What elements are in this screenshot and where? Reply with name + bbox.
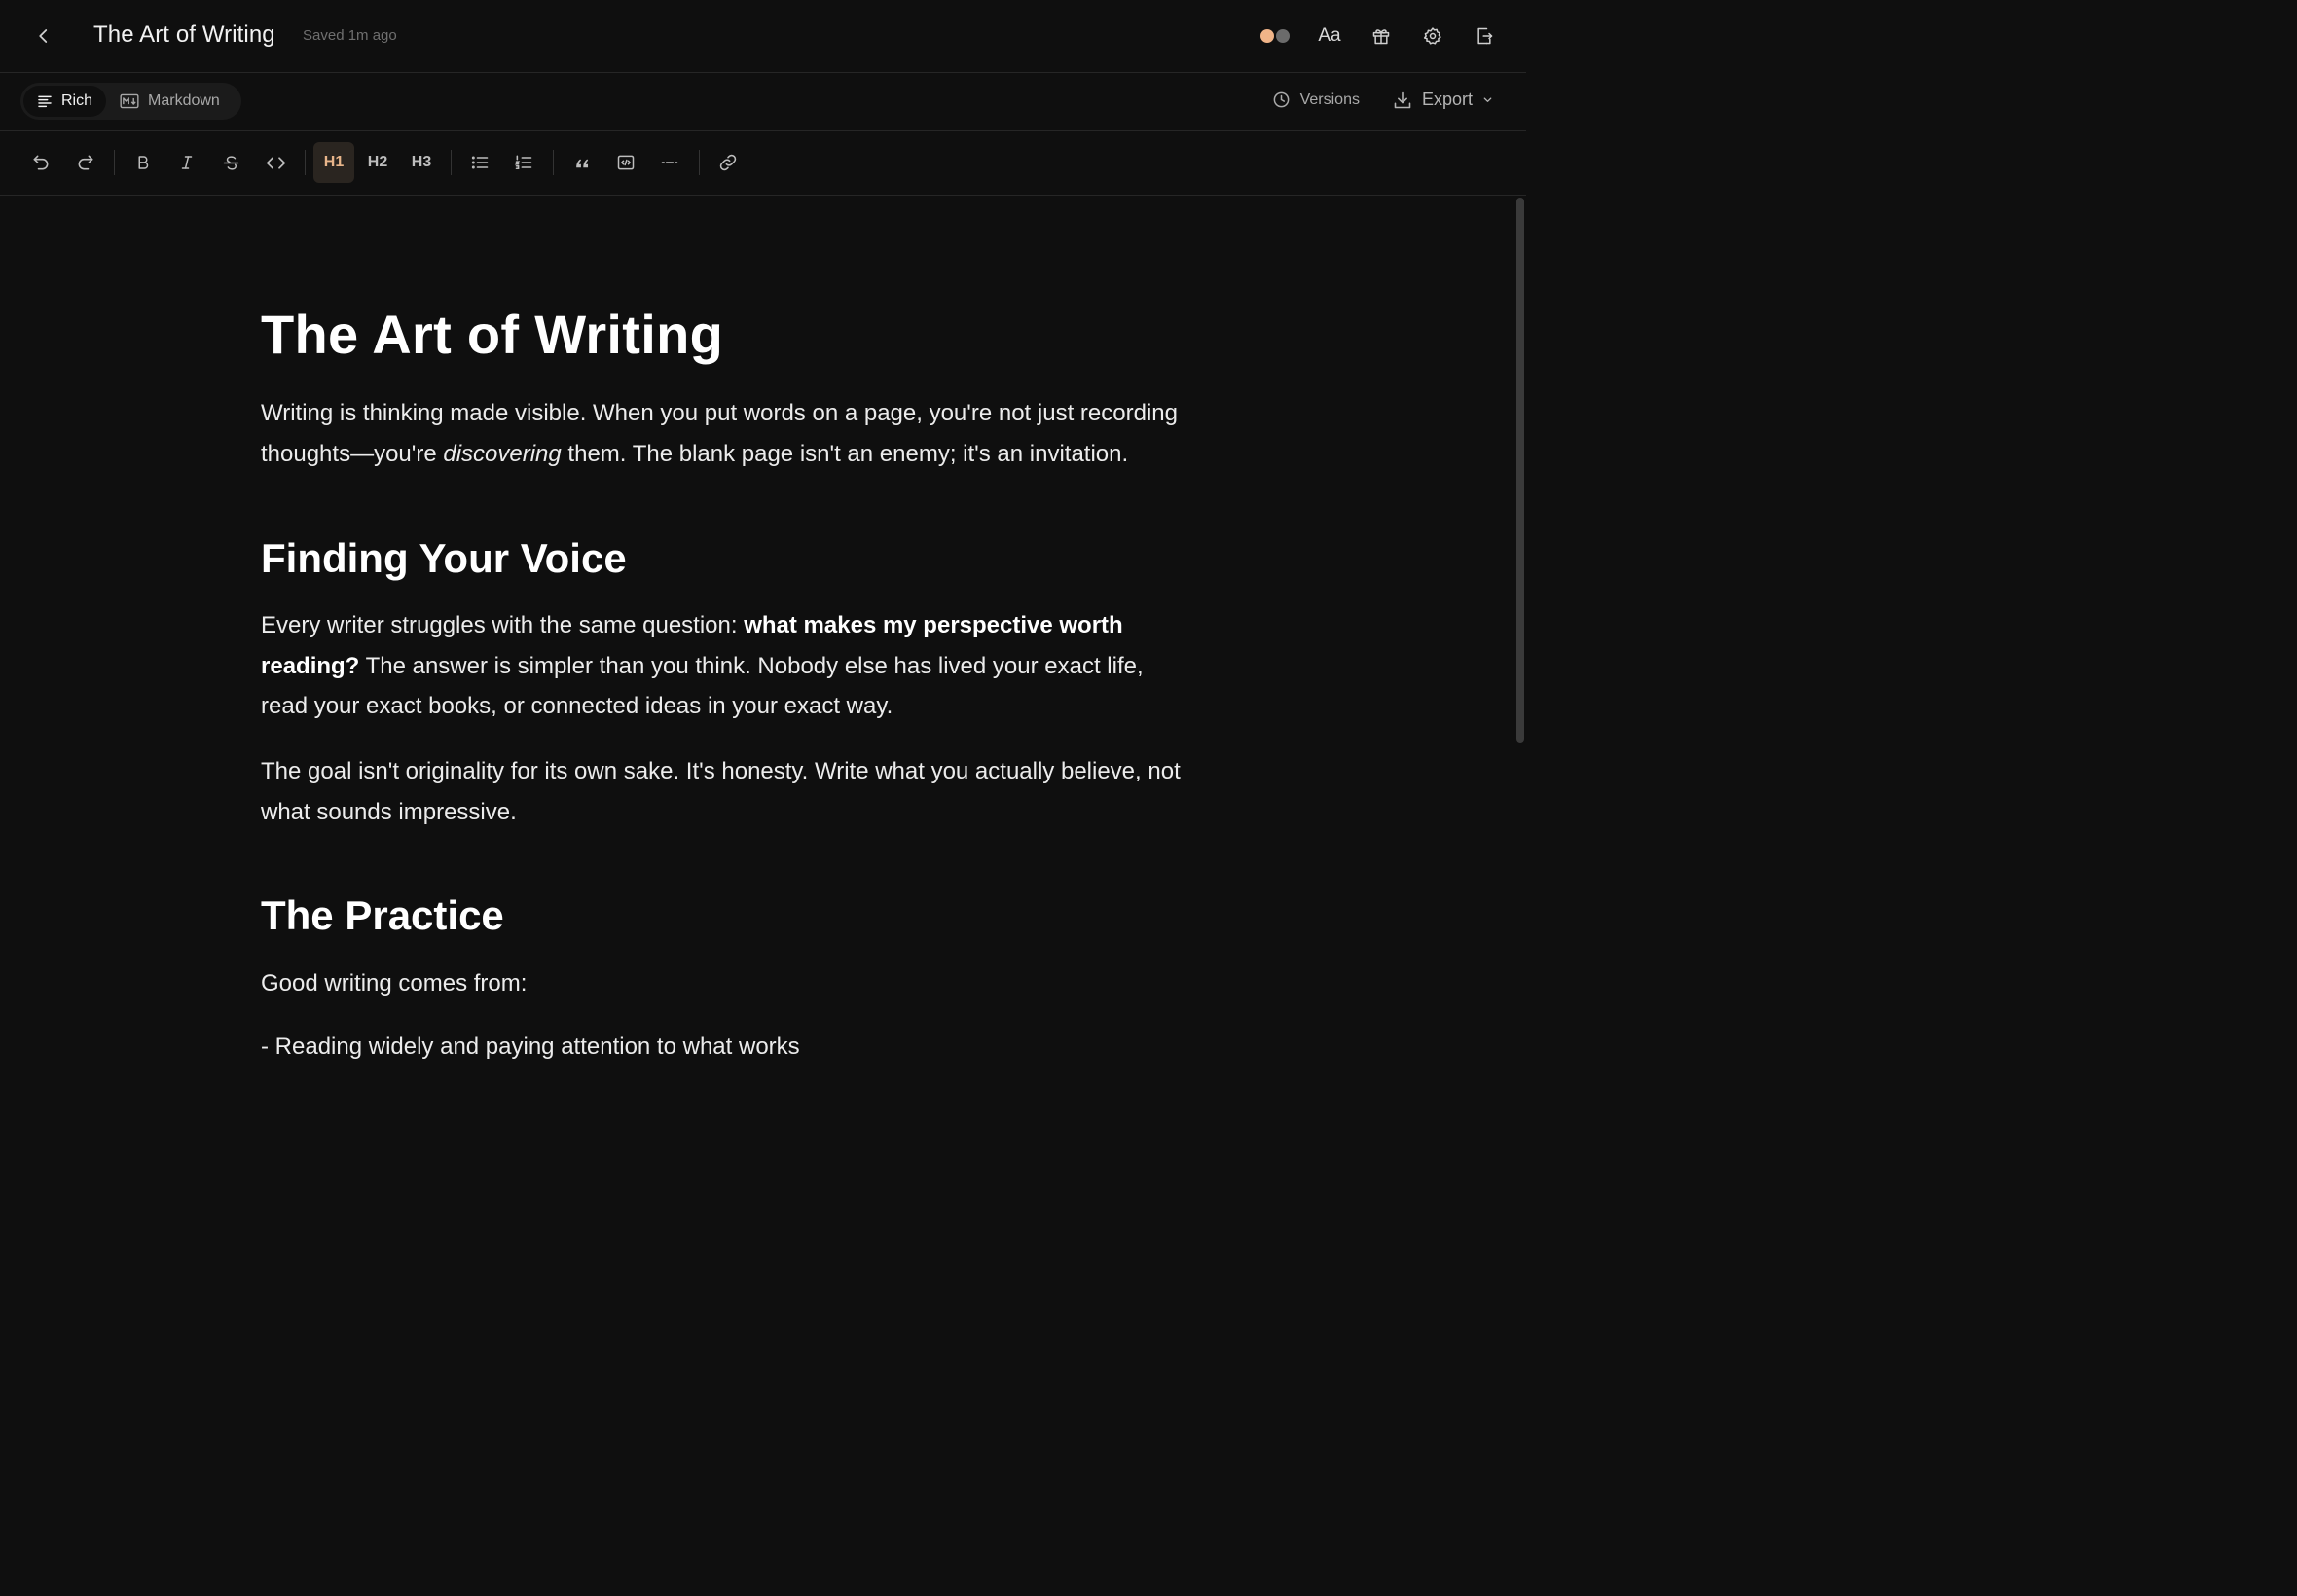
versions-button[interactable]: Versions bbox=[1272, 91, 1360, 109]
strikethrough-icon bbox=[223, 155, 238, 170]
heading-3-button[interactable]: H3 bbox=[401, 142, 442, 183]
theme-toggle[interactable] bbox=[1260, 26, 1294, 46]
blockquote-button[interactable] bbox=[562, 142, 602, 183]
exit-button[interactable] bbox=[1468, 19, 1501, 53]
bold-icon bbox=[138, 156, 149, 169]
mode-tab-markdown[interactable]: Markdown bbox=[106, 86, 234, 117]
paragraph-voice-1[interactable]: Every writer struggles with the same que… bbox=[261, 605, 1195, 727]
list-item-reading-widely[interactable]: - Reading widely and paying attention to… bbox=[261, 1027, 1263, 1061]
undo-icon bbox=[33, 155, 49, 170]
redo-icon bbox=[78, 155, 93, 170]
mode-tab-label: Markdown bbox=[148, 92, 220, 109]
back-button[interactable] bbox=[29, 21, 58, 51]
horizontal-rule-button[interactable] bbox=[649, 142, 690, 183]
clock-icon bbox=[1273, 91, 1289, 108]
toolbar-divider bbox=[553, 150, 554, 175]
save-status: Saved 1m ago bbox=[303, 27, 397, 44]
quote-icon bbox=[575, 159, 588, 167]
gift-icon bbox=[1372, 29, 1390, 45]
text-run: Every writer struggles with the same que… bbox=[261, 612, 745, 638]
top-actions: Aa bbox=[1260, 19, 1501, 53]
export-button[interactable]: Export bbox=[1393, 90, 1493, 110]
code-icon bbox=[266, 156, 285, 169]
toolbar-divider bbox=[451, 150, 452, 175]
text-run: The answer is simpler than you think. No… bbox=[261, 652, 1144, 720]
section-heading-the-practice[interactable]: The Practice bbox=[261, 892, 504, 939]
top-bar: The Art of Writing Saved 1m ago Aa bbox=[0, 0, 1526, 73]
document-title[interactable]: The Art of Writing bbox=[93, 21, 275, 49]
versions-label: Versions bbox=[1299, 91, 1360, 108]
editor-document[interactable]: The Art of Writing Writing is thinking m… bbox=[261, 196, 1273, 1061]
chevron-down-icon bbox=[1483, 97, 1492, 102]
italic-icon bbox=[181, 156, 193, 169]
gift-button[interactable] bbox=[1365, 19, 1398, 53]
toolbar-divider bbox=[305, 150, 306, 175]
markdown-icon bbox=[120, 93, 139, 109]
section-heading-finding-your-voice[interactable]: Finding Your Voice bbox=[261, 535, 627, 582]
horizontal-rule-icon bbox=[661, 162, 678, 163]
strikethrough-button[interactable] bbox=[210, 142, 251, 183]
document-heading-1[interactable]: The Art of Writing bbox=[261, 303, 723, 366]
mode-tab-label: Rich bbox=[61, 92, 93, 109]
paragraph-practice-intro[interactable]: Good writing comes from: bbox=[261, 963, 1263, 1004]
code-block-button[interactable] bbox=[605, 142, 646, 183]
chevron-left-icon bbox=[39, 29, 48, 43]
heading-2-button[interactable]: H2 bbox=[357, 142, 398, 183]
redo-button[interactable] bbox=[65, 142, 106, 183]
scrollbar-thumb[interactable] bbox=[1516, 198, 1524, 743]
bullet-list-icon bbox=[471, 156, 489, 169]
editor-app: The Art of Writing Saved 1m ago Aa Rich bbox=[0, 0, 1526, 1061]
numbered-list-button[interactable] bbox=[503, 142, 544, 183]
bold-button[interactable] bbox=[123, 142, 164, 183]
font-settings-button[interactable]: Aa bbox=[1313, 19, 1346, 53]
logout-icon bbox=[1477, 27, 1493, 45]
undo-button[interactable] bbox=[20, 142, 61, 183]
mode-switch: Rich Markdown bbox=[20, 83, 241, 120]
export-label: Export bbox=[1421, 90, 1473, 109]
paragraph-voice-2[interactable]: The goal isn't originality for its own s… bbox=[261, 751, 1224, 832]
mode-actions: Versions Export bbox=[1272, 90, 1493, 110]
theme-dark-dot bbox=[1276, 29, 1290, 43]
italic-text: discovering bbox=[443, 440, 562, 467]
mode-bar: Rich Markdown Versions Export bbox=[0, 73, 1526, 131]
italic-button[interactable] bbox=[166, 142, 207, 183]
document-scrollbar[interactable] bbox=[1514, 196, 1526, 1061]
gear-icon bbox=[1423, 27, 1441, 45]
settings-button[interactable] bbox=[1416, 19, 1449, 53]
bullet-list-button[interactable] bbox=[459, 142, 500, 183]
numbered-list-icon bbox=[514, 155, 532, 170]
theme-light-dot bbox=[1260, 29, 1274, 43]
heading-1-button[interactable]: H1 bbox=[313, 142, 354, 183]
inline-code-button[interactable] bbox=[255, 142, 296, 183]
toolbar-divider bbox=[699, 150, 700, 175]
code-block-icon bbox=[617, 155, 635, 170]
link-icon bbox=[719, 154, 737, 171]
link-button[interactable] bbox=[708, 142, 748, 183]
download-icon bbox=[1394, 91, 1411, 108]
text-run: them. The blank page isn't an enemy; it'… bbox=[561, 440, 1129, 467]
toolbar-divider bbox=[114, 150, 115, 175]
paragraph-intro[interactable]: Writing is thinking made visible. When y… bbox=[261, 393, 1263, 474]
align-left-icon bbox=[38, 95, 52, 108]
format-toolbar: H1 H2 H3 bbox=[0, 131, 1526, 196]
mode-tab-rich[interactable]: Rich bbox=[23, 86, 107, 117]
